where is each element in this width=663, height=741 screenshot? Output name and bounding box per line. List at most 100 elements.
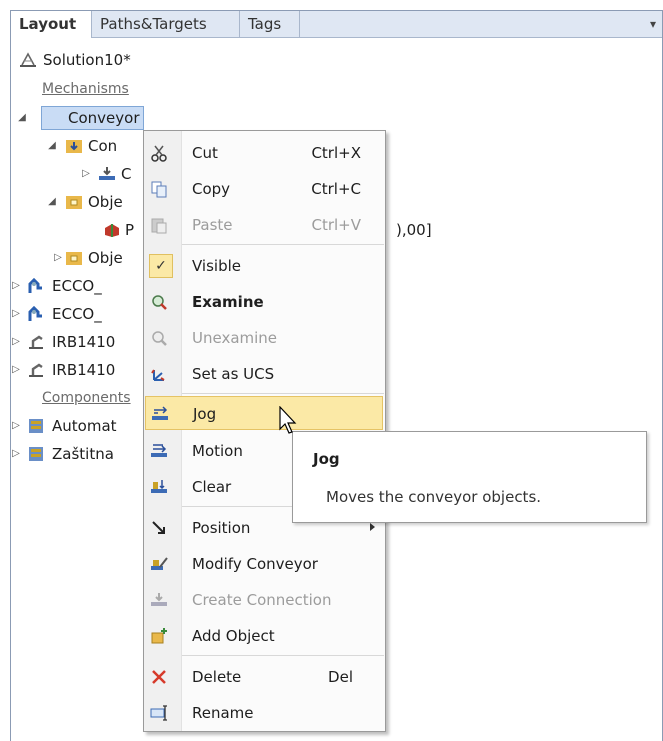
expand-arrow-icon[interactable]: ▷ <box>11 274 21 298</box>
tooltip-title: Jog <box>313 450 340 468</box>
menu-item-jog[interactable]: Jog <box>145 396 383 430</box>
tooltip-description: Moves the conveyor objects. <box>326 488 542 506</box>
expand-arrow-icon[interactable]: ▷ <box>11 414 21 438</box>
submenu-arrow-icon <box>370 523 375 531</box>
menu-item-label: Position <box>192 519 251 537</box>
tree-item-part-value: ),00] <box>396 221 432 239</box>
position-arrow-icon <box>152 521 165 534</box>
shortcut-label: Ctrl+X <box>311 144 361 162</box>
connection-icon <box>99 167 115 180</box>
expand-arrow-icon[interactable]: ▷ <box>11 358 21 382</box>
tree-item-label: IRB1410 <box>52 361 116 379</box>
create-connection-icon <box>151 593 167 606</box>
tree-item-label: ECCO_ <box>52 277 102 295</box>
paste-icon <box>151 218 167 234</box>
shortcut-label: Ctrl+V <box>311 216 361 234</box>
menu-item-label: Cut <box>192 144 218 162</box>
menu-item-paste[interactable]: Paste Ctrl+V <box>145 208 383 242</box>
menu-item-label: Add Object <box>192 627 275 645</box>
tab-paths-targets[interactable]: Paths&Targets <box>92 11 240 37</box>
menu-separator <box>182 244 384 245</box>
menu-item-label: Delete <box>192 668 242 686</box>
tree-item-label: Zaštitna <box>52 445 114 463</box>
tree-item-label: C <box>121 165 132 183</box>
menu-item-label: Jog <box>193 405 217 423</box>
menu-item-set-ucs[interactable]: Set as UCS <box>145 357 383 391</box>
station-icon <box>20 52 36 67</box>
section-mechanisms: Mechanisms <box>42 81 129 97</box>
expand-arrow-icon[interactable]: ▷ <box>53 246 63 270</box>
menu-item-create-connection[interactable]: Create Connection <box>145 583 383 617</box>
shortcut-label: Ctrl+C <box>311 180 361 198</box>
tree-item-label: Obje <box>88 249 123 267</box>
menu-separator <box>182 655 384 656</box>
modify-conveyor-icon <box>151 557 168 570</box>
tab-tags[interactable]: Tags <box>240 11 300 37</box>
tab-bar: Layout Paths&Targets Tags ▾ <box>11 11 662 38</box>
objects-folder-icon <box>66 196 82 209</box>
mouse-pointer-icon <box>279 406 297 434</box>
copy-icon <box>151 181 167 198</box>
robot-icon <box>29 363 43 377</box>
menu-item-label: Visible <box>192 257 241 275</box>
collapse-arrow-icon[interactable]: ◢ <box>47 134 57 158</box>
examine-icon <box>152 295 167 310</box>
rename-icon <box>150 705 167 721</box>
menu-item-unexamine[interactable]: Unexamine <box>145 321 383 355</box>
tree-item-label: P <box>125 221 135 239</box>
add-object-icon <box>151 628 167 644</box>
unexamine-icon <box>152 331 167 346</box>
objects-folder-icon <box>66 252 82 265</box>
menu-item-cut[interactable]: Cut Ctrl+X <box>145 136 383 170</box>
shortcut-label: Del <box>328 668 353 686</box>
menu-separator <box>182 393 384 394</box>
menu-item-rename[interactable]: Rename <box>145 696 383 730</box>
tooltip: Jog Moves the conveyor objects. <box>292 431 647 523</box>
menu-item-add-object[interactable]: Add Object <box>145 619 383 653</box>
panel-menu-button[interactable]: ▾ <box>650 11 656 37</box>
tool-icon <box>28 278 42 293</box>
tree-item-label: Conveyor <box>41 106 145 130</box>
clear-icon <box>151 480 167 493</box>
tool-icon <box>28 306 42 321</box>
menu-item-label: Copy <box>192 180 231 198</box>
expand-arrow-icon[interactable]: ▷ <box>11 330 21 354</box>
checkmark-icon: ✓ <box>149 254 173 278</box>
collapse-arrow-icon[interactable]: ◢ <box>47 190 57 214</box>
tree-item-label: Con <box>88 137 118 155</box>
menu-item-label: Motion <box>192 442 243 460</box>
collapse-arrow-icon[interactable]: ◢ <box>17 106 27 130</box>
section-components: Components <box>42 390 131 406</box>
menu-item-examine[interactable]: Examine <box>145 285 383 319</box>
folder-arrow-icon <box>66 140 82 153</box>
component-group-icon <box>29 419 43 433</box>
component-group-icon <box>29 447 43 461</box>
menu-item-copy[interactable]: Copy Ctrl+C <box>145 172 383 206</box>
tree-item-label: ECCO_ <box>52 305 102 323</box>
menu-item-delete[interactable]: Delete Del <box>145 660 383 694</box>
part-icon <box>105 224 119 237</box>
scissors-icon <box>151 145 167 162</box>
expand-arrow-icon[interactable]: ▷ <box>11 302 21 326</box>
robot-icon <box>29 335 43 349</box>
menu-item-label: Set as UCS <box>192 365 275 383</box>
tree-item-label: Solution10* <box>43 51 131 69</box>
tree-item-label: Obje <box>88 193 123 211</box>
menu-item-modify-conveyor[interactable]: Modify Conveyor <box>145 547 383 581</box>
delete-x-icon <box>152 670 166 684</box>
tab-layout[interactable]: Layout <box>11 11 92 38</box>
tree-item-label: Automat <box>52 417 117 435</box>
menu-item-label: Unexamine <box>192 329 278 347</box>
motion-icon <box>151 444 167 457</box>
menu-item-label: Create Connection <box>192 591 332 609</box>
menu-item-label: Modify Conveyor <box>192 555 318 573</box>
ucs-icon <box>151 369 165 381</box>
jog-icon <box>152 406 168 420</box>
expand-arrow-icon[interactable]: ▷ <box>81 162 91 186</box>
menu-item-label: Rename <box>192 704 254 722</box>
expand-arrow-icon[interactable]: ▷ <box>11 442 21 466</box>
menu-item-label: Examine <box>192 293 264 311</box>
tree-item-label: IRB1410 <box>52 333 116 351</box>
menu-item-label: Clear <box>192 478 232 496</box>
menu-item-visible[interactable]: ✓ Visible <box>145 249 383 283</box>
